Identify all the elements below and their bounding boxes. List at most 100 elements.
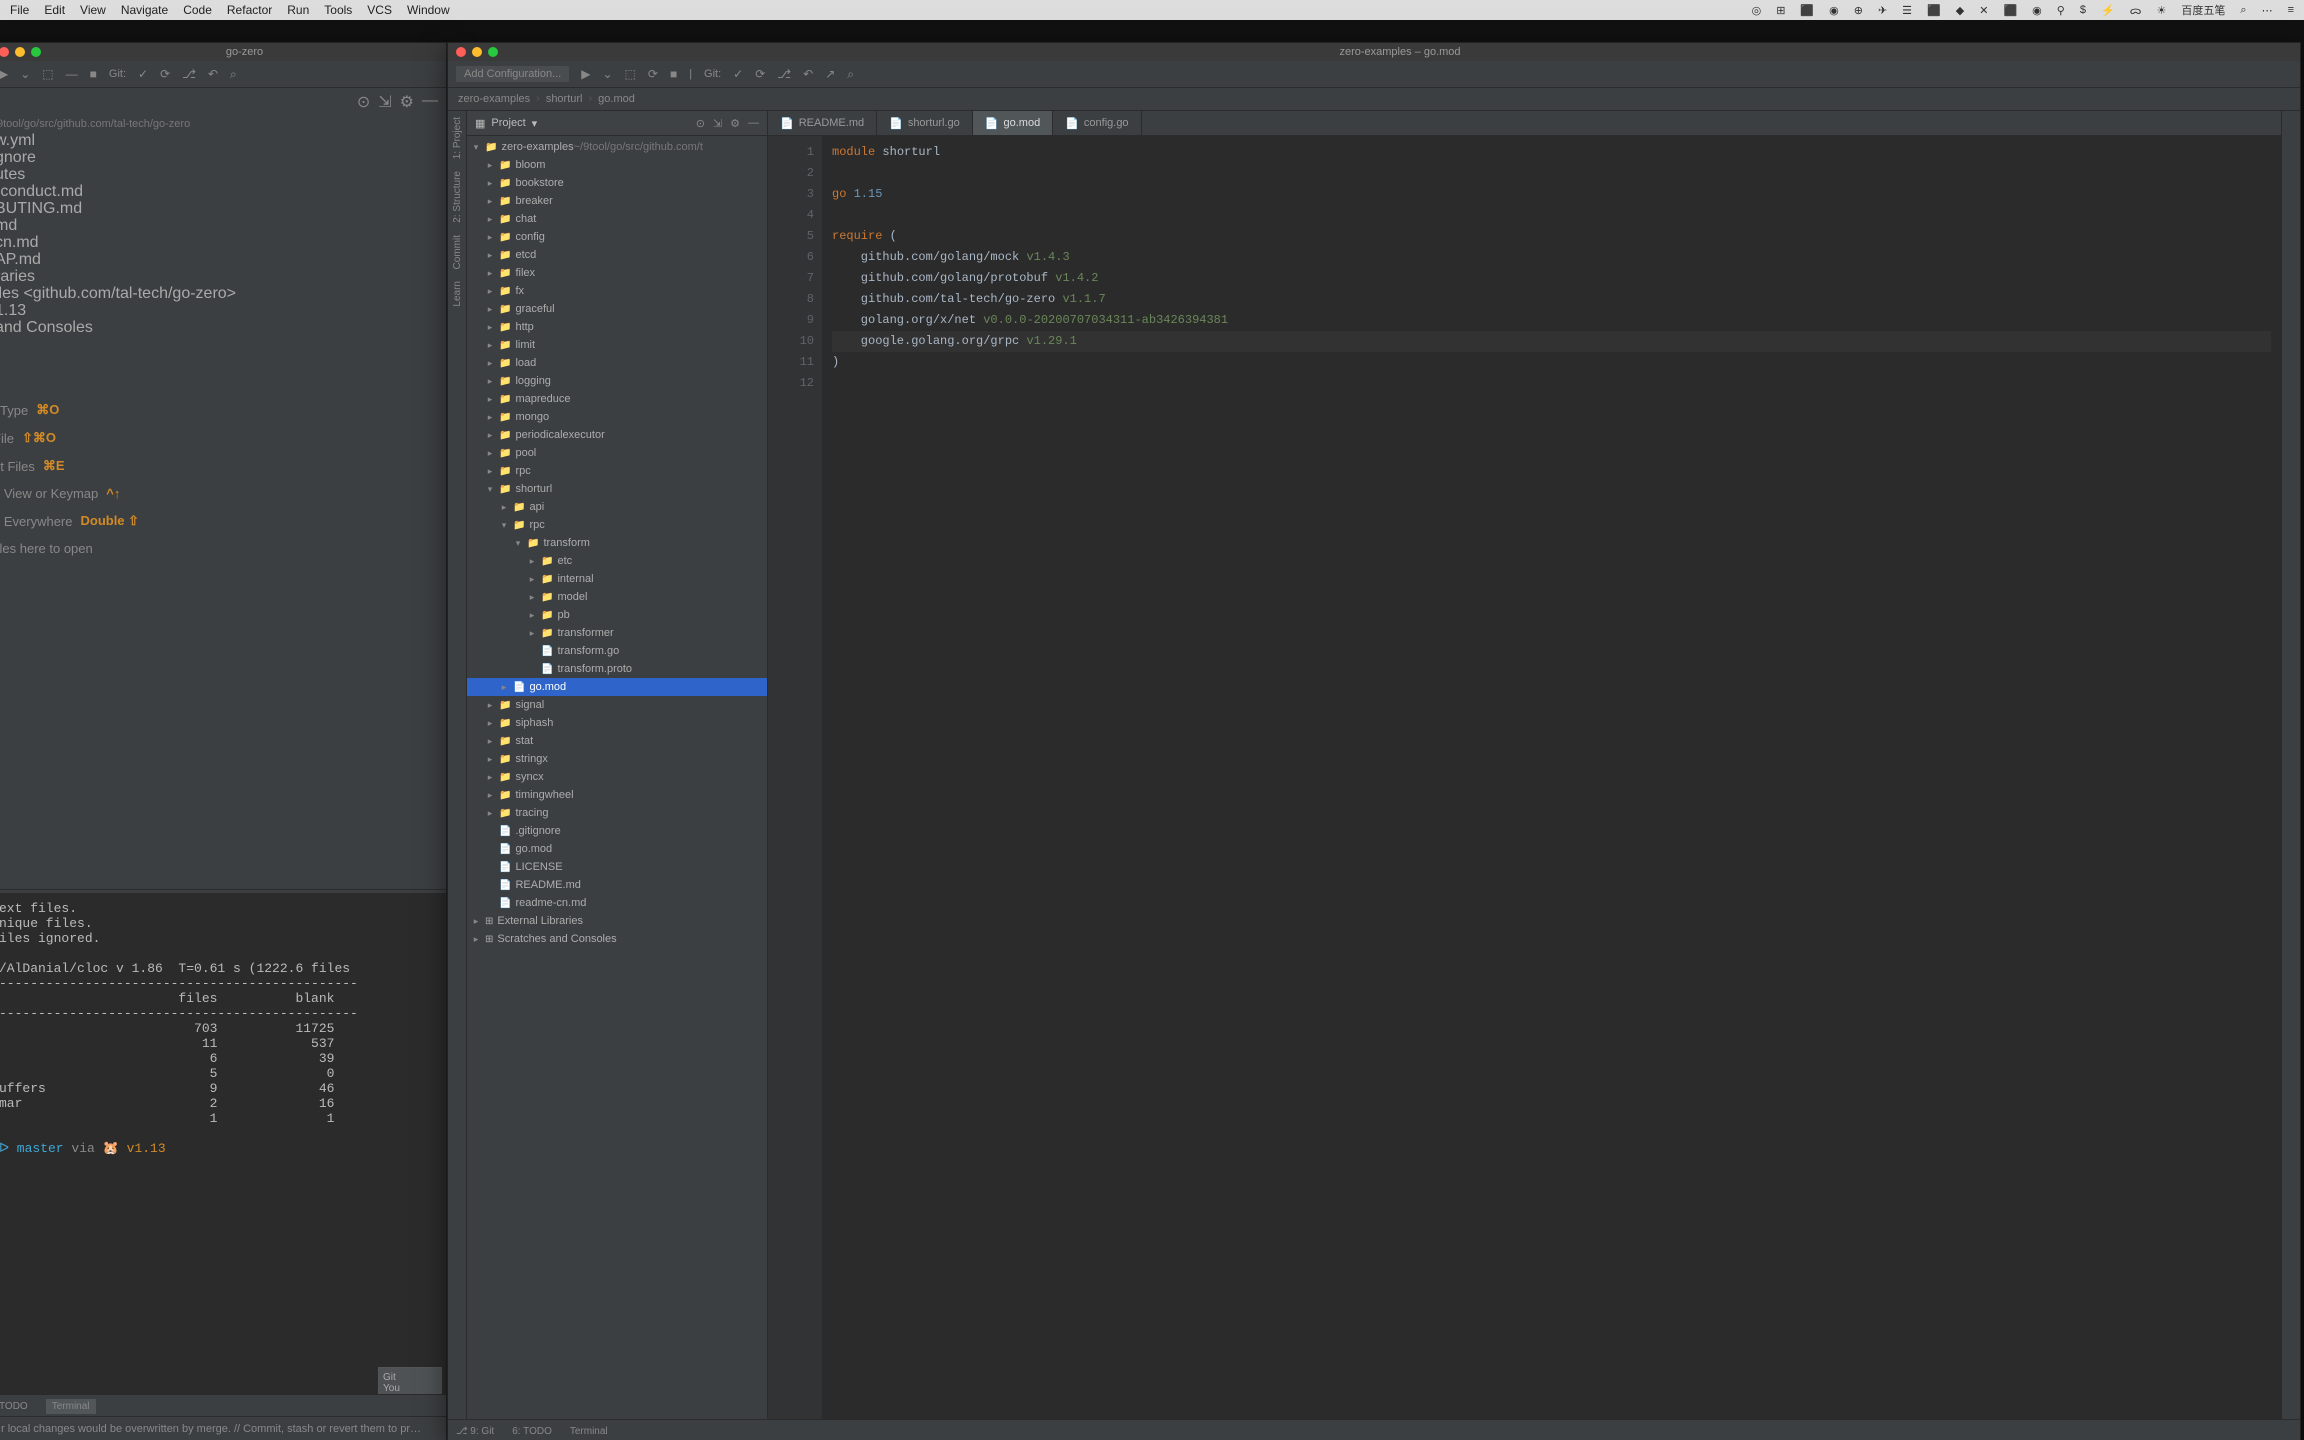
right-titlebar[interactable]: zero-examples – go.mod (448, 43, 2300, 61)
run-config-dropdown[interactable]: Add Configuration... (456, 66, 569, 82)
tree-row[interactable]: ▸📁filex (467, 264, 767, 282)
breadcrumb[interactable]: zero-examples›shorturl›go.mod (448, 88, 2300, 111)
tree-row[interactable]: ▸📁mapreduce (467, 390, 767, 408)
tree-row[interactable]: ▸📁load (467, 354, 767, 372)
tree-item[interactable]: -conduct.md (0, 183, 446, 200)
close-icon[interactable] (456, 47, 466, 57)
tree-row[interactable]: ▸⊞Scratches and Consoles (467, 930, 767, 948)
tree-row[interactable]: ▸📁breaker (467, 192, 767, 210)
tree-row[interactable]: ▸📁mongo (467, 408, 767, 426)
tree-row[interactable]: ▸📁chat (467, 210, 767, 228)
tree-row[interactable]: ▸📄go.mod (467, 678, 767, 696)
tree-row[interactable]: ▸📁pool (467, 444, 767, 462)
tree-item[interactable]: raries (0, 268, 446, 285)
mac-status-icon[interactable]: ✕ (1979, 4, 1988, 17)
tree-item[interactable]: iles <github.com/tal-tech/go-zero> (0, 285, 446, 302)
zoom-icon[interactable] (488, 47, 498, 57)
tree-row[interactable]: ▾📁rpc (467, 516, 767, 534)
mac-status-icon[interactable]: ᯅ (2130, 3, 2142, 18)
mac-status-icon[interactable]: ⌕ (2240, 4, 2246, 17)
tree-row[interactable]: ▾📁transform (467, 534, 767, 552)
editor-tab[interactable]: 📄shorturl.go (877, 111, 973, 135)
search-icon[interactable]: ⌕ (847, 67, 854, 82)
tree-item[interactable]: 1.13 (0, 302, 446, 319)
mac-status-icon[interactable]: ✈ (1878, 4, 1887, 17)
mac-status-icon[interactable]: ⬛ (2003, 4, 2017, 17)
tree-item[interactable]: utes (0, 166, 446, 183)
tree-row[interactable]: ▾📁zero-examples ~/9tool/go/src/github.co… (467, 138, 767, 156)
mac-status-icon[interactable]: ⬛ (1927, 4, 1941, 17)
tree-item[interactable]: and Consoles (0, 319, 446, 336)
tree-row[interactable]: ▸📁periodicalexecutor (467, 426, 767, 444)
dropdown-icon[interactable]: ▾ (532, 117, 538, 130)
tree-row[interactable]: ▸📁signal (467, 696, 767, 714)
tree-row[interactable]: ▸📁config (467, 228, 767, 246)
tree-row[interactable]: ▸📁stat (467, 732, 767, 750)
tree-row[interactable]: ▸⊞External Libraries (467, 912, 767, 930)
expand-icon[interactable]: ⇲ (378, 92, 391, 112)
tree-row[interactable]: ▸📁syncx (467, 768, 767, 786)
breadcrumb-item[interactable]: shorturl (546, 93, 583, 105)
mac-status-icon[interactable]: ◉ (1829, 4, 1839, 17)
vcs-update-icon[interactable]: ⟳ (755, 67, 765, 81)
tree-row[interactable]: ▸📁transformer (467, 624, 767, 642)
run-icon[interactable]: ▶ (0, 67, 8, 81)
mac-menu-item[interactable]: Refactor (227, 3, 272, 17)
mac-status-icon[interactable]: ◆ (1956, 4, 1964, 17)
bottom-tab[interactable]: 6: TODO (512, 1426, 552, 1437)
left-terminal-output[interactable]: ext files. nique files. iles ignored. /A… (0, 893, 446, 1419)
zoom-icon[interactable] (31, 47, 41, 57)
tree-row[interactable]: ▸📁bloom (467, 156, 767, 174)
mac-menu-item[interactable]: File (10, 3, 29, 17)
tree-item[interactable]: AP.md (0, 251, 446, 268)
debug-icon[interactable]: ⌄ (20, 67, 30, 81)
profile-icon[interactable]: ⟳ (648, 67, 658, 81)
project-label[interactable]: Project (491, 117, 525, 129)
tree-row[interactable]: ▸📁model (467, 588, 767, 606)
tool-window-button[interactable]: 2: Structure (452, 171, 463, 223)
mac-menu-item[interactable]: VCS (367, 3, 392, 17)
minimize-icon[interactable] (472, 47, 482, 57)
close-icon[interactable] (0, 47, 9, 57)
tree-row[interactable]: ▸📁timingwheel (467, 786, 767, 804)
tree-row[interactable]: ▸📁limit (467, 336, 767, 354)
mac-menu-item[interactable]: Tools (324, 3, 352, 17)
hide-icon[interactable]: — (748, 117, 759, 130)
tree-row[interactable]: ▸📁etcd (467, 246, 767, 264)
vcs-branch-icon[interactable]: ⎇ (777, 67, 791, 81)
mac-status-icon[interactable]: ◎ (1752, 4, 1762, 17)
tab-terminal[interactable]: Terminal (46, 1399, 96, 1414)
tree-item[interactable]: cn.md (0, 234, 446, 251)
tree-item[interactable]: w.yml (0, 132, 446, 149)
tree-row[interactable]: ▸📁stringx (467, 750, 767, 768)
vcs-revert-icon[interactable]: ↶ (803, 67, 813, 81)
project-tree[interactable]: ▾📁zero-examples ~/9tool/go/src/github.co… (467, 136, 767, 1419)
tool-window-button[interactable]: 1: Project (452, 117, 463, 159)
gear-icon[interactable]: ⚙ (730, 117, 740, 130)
mac-status-icon[interactable]: ⊞ (1776, 4, 1785, 17)
vcs-push-icon[interactable]: ↗ (825, 67, 835, 81)
target-icon[interactable]: ⊙ (696, 117, 705, 130)
bottom-tab[interactable]: ⎇ 9: Git (456, 1426, 494, 1437)
editor-tab[interactable]: 📄config.go (1053, 111, 1141, 135)
mac-status-icon[interactable]: ☰ (1902, 4, 1912, 17)
tree-row[interactable]: ▸📁api (467, 498, 767, 516)
tree-row[interactable]: ▸📁http (467, 318, 767, 336)
tree-row[interactable]: ▸📁tracing (467, 804, 767, 822)
coverage-icon[interactable]: ⬚ (625, 67, 636, 81)
mac-status-icon[interactable]: ⊕ (1854, 4, 1863, 17)
mac-status-icon[interactable]: ☀ (2157, 4, 2167, 17)
build-icon[interactable]: — (66, 67, 78, 81)
tree-item[interactable]: gnore (0, 149, 446, 166)
tab-todo[interactable]: TODO (0, 1401, 28, 1412)
nav-icon[interactable]: ■ (90, 67, 97, 81)
tree-row[interactable]: ▸📁fx (467, 282, 767, 300)
editor-tab[interactable]: 📄go.mod (973, 111, 1053, 135)
vcs-update-icon[interactable]: ⟳ (160, 67, 170, 81)
mac-status-icon[interactable]: ◉ (2032, 4, 2042, 17)
tree-item[interactable]: md (0, 217, 446, 234)
tree-item[interactable]: BUTING.md (0, 200, 446, 217)
mac-status-icon[interactable]: ≡ (2288, 4, 2294, 16)
tree-row[interactable]: 📄.gitignore (467, 822, 767, 840)
mac-menu-item[interactable]: View (80, 3, 106, 17)
